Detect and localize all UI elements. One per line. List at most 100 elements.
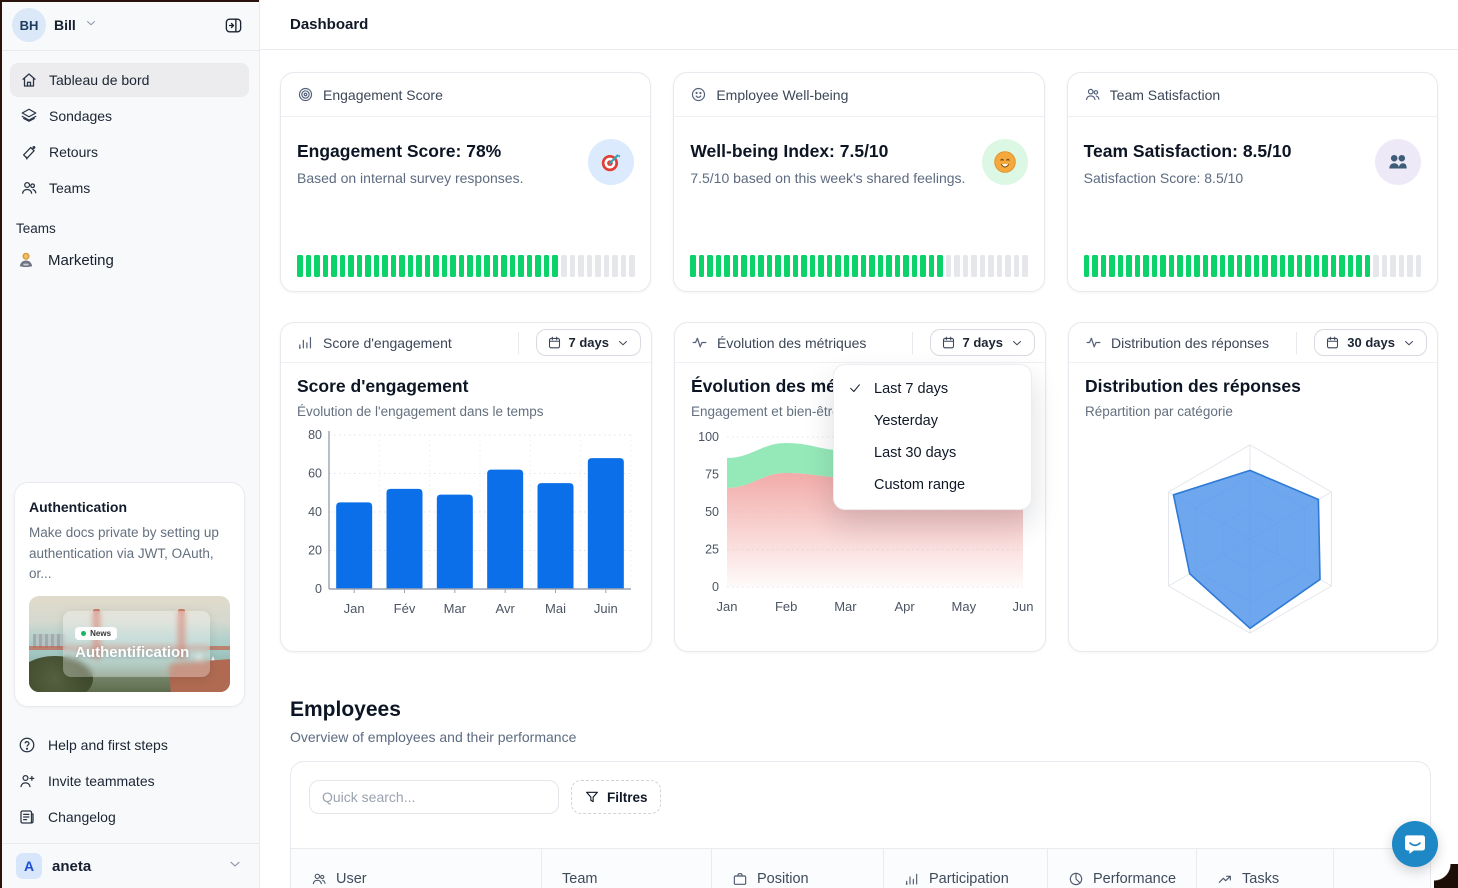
users-icon [20, 179, 38, 197]
progress-segment [467, 255, 473, 277]
progress-segment [1245, 255, 1251, 277]
progress-segment [793, 255, 799, 277]
window-edge-top [0, 0, 259, 2]
progress-segment [1177, 255, 1183, 277]
progress-segment [716, 255, 722, 277]
authentication-promo-card[interactable]: Authentication Make docs private by sett… [14, 482, 245, 707]
date-range-button[interactable]: 7 days [536, 329, 641, 356]
date-range-button[interactable]: 30 days [1314, 329, 1427, 356]
progress-segment [707, 255, 713, 277]
progress-segment [1288, 255, 1294, 277]
menu-item-custom-range[interactable]: Custom range [834, 469, 1031, 501]
progress-segment [1339, 255, 1345, 277]
sidebar-item-label: Sondages [49, 108, 112, 124]
sidebar-item-retours[interactable]: Retours [10, 135, 249, 169]
account-switcher[interactable]: A aneta [0, 843, 259, 888]
svg-text:Avr: Avr [496, 601, 516, 616]
column-label: User [336, 871, 367, 887]
sidebar-item-invite-teammates[interactable]: Invite teammates [10, 763, 249, 799]
progress-segment [570, 255, 576, 277]
column-header-user[interactable]: User [291, 849, 541, 888]
workspace-switcher[interactable]: BH Bill [0, 0, 259, 50]
progress-segment [501, 255, 507, 277]
svg-text:Jan: Jan [344, 601, 365, 616]
chat-launcher-button[interactable] [1392, 821, 1438, 867]
svg-text:Mar: Mar [834, 599, 857, 614]
column-label: Team [562, 871, 597, 887]
changelog-icon [18, 808, 36, 826]
chart-card-header-label: Distribution des réponses [1111, 335, 1287, 351]
activity-icon [1085, 334, 1102, 351]
column-header-tasks[interactable]: Tasks [1196, 849, 1333, 888]
help-circle-icon [18, 736, 36, 754]
sidebar-item-label: Teams [49, 180, 90, 196]
progress-segment [861, 255, 867, 277]
column-header-team[interactable]: Team [541, 849, 711, 888]
sidebar-item-help-and-first-steps[interactable]: Help and first steps [10, 727, 249, 763]
progress-segment [903, 255, 909, 277]
progress-segment [784, 255, 790, 277]
progress-segment [1305, 255, 1311, 277]
stat-cards-row: Engagement ScoreEngagement Score: 78%Bas… [280, 72, 1438, 292]
svg-text:0: 0 [315, 582, 322, 596]
progress-segment [844, 255, 850, 277]
sidebar-item-changelog[interactable]: Changelog [10, 799, 249, 835]
divider [1296, 332, 1297, 354]
sidebar-team-marketing[interactable]: Marketing [0, 242, 259, 278]
progress-segment [604, 255, 610, 277]
svg-text:May: May [952, 599, 977, 614]
menu-item-yesterday[interactable]: Yesterday [834, 405, 1031, 437]
column-label: Tasks [1242, 871, 1279, 887]
column-header-performance[interactable]: Performance [1047, 849, 1196, 888]
megaphone-icon [20, 143, 38, 161]
segmented-progress-bar [297, 255, 634, 277]
svg-text:Juin: Juin [594, 601, 618, 616]
promo-image: News Authentification [29, 596, 230, 692]
progress-segment [365, 255, 371, 277]
stat-card-header-label: Team Satisfaction [1110, 87, 1427, 103]
sidebar-item-label: Tableau de bord [49, 72, 149, 88]
svg-text:0: 0 [712, 580, 719, 594]
bar-chart-icon [297, 334, 314, 351]
progress-segment [810, 255, 816, 277]
progress-segment [306, 255, 312, 277]
technologist-icon [16, 250, 36, 270]
stat-subtitle: Satisfaction Score: 8.5/10 [1084, 170, 1375, 186]
divider [518, 332, 519, 354]
sidebar-item-teams[interactable]: Teams [10, 171, 249, 205]
menu-item-last-30-days[interactable]: Last 30 days [834, 437, 1031, 469]
menu-item-label: Custom range [874, 477, 965, 493]
collapse-sidebar-button[interactable] [219, 11, 247, 39]
filters-button[interactable]: Filtres [571, 780, 661, 814]
menu-item-last-7-days[interactable]: Last 7 days [834, 373, 1031, 405]
progress-segment [801, 255, 807, 277]
column-header-position[interactable]: Position [711, 849, 883, 888]
sidebar-item-sondages[interactable]: Sondages [10, 99, 249, 133]
date-range-button[interactable]: 7 days [930, 329, 1035, 356]
progress-segment [1022, 255, 1028, 277]
chart-card-header: Distribution des réponses 30 days [1069, 323, 1437, 363]
check-icon [848, 381, 874, 398]
promo-title: Authentication [29, 499, 230, 515]
progress-segment [929, 255, 935, 277]
svg-text:Mai: Mai [545, 601, 566, 616]
progress-segment [297, 255, 303, 277]
progress-segment [699, 255, 705, 277]
stat-card-header: Engagement Score [281, 73, 650, 117]
progress-segment [459, 255, 465, 277]
trending-up-icon [1217, 871, 1233, 887]
progress-segment [1373, 255, 1379, 277]
spacer [0, 278, 259, 482]
progress-segment [578, 255, 584, 277]
svg-text:Fév: Fév [394, 601, 416, 616]
users-icon [311, 871, 327, 887]
sidebar-item-tableau-de-bord[interactable]: Tableau de bord [10, 63, 249, 97]
progress-segment [1143, 255, 1149, 277]
stat-card-employee-well-being: Employee Well-beingWell-being Index: 7.5… [673, 72, 1044, 292]
footer-item-label: Changelog [48, 809, 116, 825]
stat-card-header-label: Engagement Score [323, 87, 640, 103]
progress-segment [1118, 255, 1124, 277]
progress-segment [1228, 255, 1234, 277]
search-input[interactable] [309, 780, 559, 814]
column-header-participation[interactable]: Participation [883, 849, 1047, 888]
